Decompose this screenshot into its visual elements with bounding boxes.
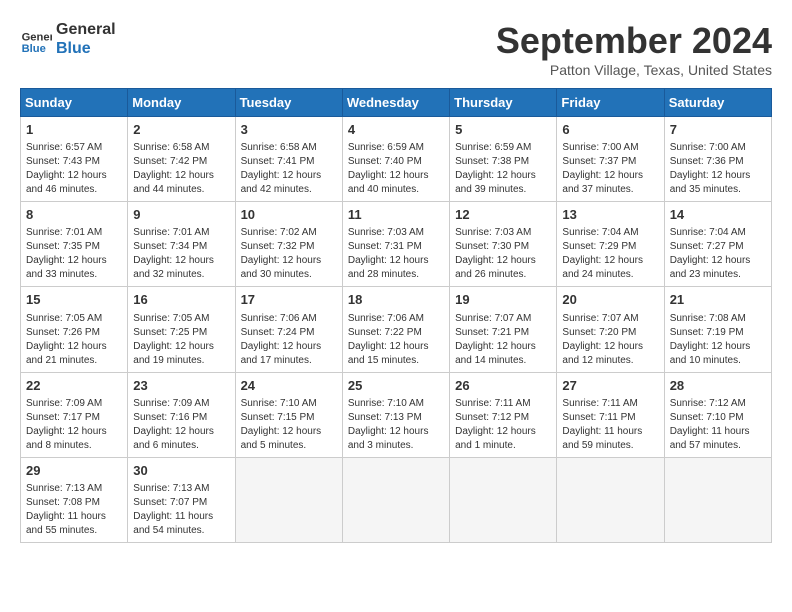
calendar-day-cell: 23Sunrise: 7:09 AMSunset: 7:16 PMDayligh…: [128, 372, 235, 457]
calendar-day-cell: 29Sunrise: 7:13 AMSunset: 7:08 PMDayligh…: [21, 457, 128, 542]
calendar-week-row: 1Sunrise: 6:57 AMSunset: 7:43 PMDaylight…: [21, 117, 772, 202]
calendar-header-row: Sunday Monday Tuesday Wednesday Thursday…: [21, 89, 772, 117]
calendar-day-cell: 26Sunrise: 7:11 AMSunset: 7:12 PMDayligh…: [450, 372, 557, 457]
day-number: 28: [670, 377, 766, 395]
day-number: 18: [348, 291, 444, 309]
day-number: 29: [26, 462, 122, 480]
calendar-empty-cell: [342, 457, 449, 542]
day-number: 4: [348, 121, 444, 139]
month-title: September 2024: [496, 20, 772, 62]
logo: General Blue General Blue: [20, 20, 116, 58]
calendar-day-cell: 4Sunrise: 6:59 AMSunset: 7:40 PMDaylight…: [342, 117, 449, 202]
day-number: 16: [133, 291, 229, 309]
calendar-day-cell: 10Sunrise: 7:02 AMSunset: 7:32 PMDayligh…: [235, 202, 342, 287]
col-wednesday: Wednesday: [342, 89, 449, 117]
col-thursday: Thursday: [450, 89, 557, 117]
day-number: 22: [26, 377, 122, 395]
calendar-day-cell: 17Sunrise: 7:06 AMSunset: 7:24 PMDayligh…: [235, 287, 342, 372]
calendar-week-row: 22Sunrise: 7:09 AMSunset: 7:17 PMDayligh…: [21, 372, 772, 457]
col-tuesday: Tuesday: [235, 89, 342, 117]
calendar-empty-cell: [235, 457, 342, 542]
page-header: General Blue General Blue September 2024…: [20, 20, 772, 78]
calendar-body: 1Sunrise: 6:57 AMSunset: 7:43 PMDaylight…: [21, 117, 772, 543]
calendar-day-cell: 19Sunrise: 7:07 AMSunset: 7:21 PMDayligh…: [450, 287, 557, 372]
day-number: 13: [562, 206, 658, 224]
day-number: 17: [241, 291, 337, 309]
calendar-day-cell: 6Sunrise: 7:00 AMSunset: 7:37 PMDaylight…: [557, 117, 664, 202]
svg-text:General: General: [22, 32, 52, 44]
calendar-day-cell: 13Sunrise: 7:04 AMSunset: 7:29 PMDayligh…: [557, 202, 664, 287]
col-friday: Friday: [557, 89, 664, 117]
calendar-week-row: 29Sunrise: 7:13 AMSunset: 7:08 PMDayligh…: [21, 457, 772, 542]
col-monday: Monday: [128, 89, 235, 117]
calendar-day-cell: 14Sunrise: 7:04 AMSunset: 7:27 PMDayligh…: [664, 202, 771, 287]
day-number: 6: [562, 121, 658, 139]
day-number: 14: [670, 206, 766, 224]
day-number: 21: [670, 291, 766, 309]
logo-icon: General Blue: [20, 23, 52, 55]
day-number: 11: [348, 206, 444, 224]
day-number: 25: [348, 377, 444, 395]
day-number: 10: [241, 206, 337, 224]
location-text: Patton Village, Texas, United States: [496, 62, 772, 78]
calendar-day-cell: 8Sunrise: 7:01 AMSunset: 7:35 PMDaylight…: [21, 202, 128, 287]
day-number: 24: [241, 377, 337, 395]
calendar-empty-cell: [450, 457, 557, 542]
calendar-day-cell: 27Sunrise: 7:11 AMSunset: 7:11 PMDayligh…: [557, 372, 664, 457]
day-number: 27: [562, 377, 658, 395]
day-number: 26: [455, 377, 551, 395]
calendar-day-cell: 2Sunrise: 6:58 AMSunset: 7:42 PMDaylight…: [128, 117, 235, 202]
day-number: 20: [562, 291, 658, 309]
day-number: 2: [133, 121, 229, 139]
svg-text:Blue: Blue: [22, 43, 46, 55]
calendar-day-cell: 7Sunrise: 7:00 AMSunset: 7:36 PMDaylight…: [664, 117, 771, 202]
calendar-day-cell: 3Sunrise: 6:58 AMSunset: 7:41 PMDaylight…: [235, 117, 342, 202]
calendar-week-row: 15Sunrise: 7:05 AMSunset: 7:26 PMDayligh…: [21, 287, 772, 372]
calendar-day-cell: 25Sunrise: 7:10 AMSunset: 7:13 PMDayligh…: [342, 372, 449, 457]
day-number: 15: [26, 291, 122, 309]
calendar-day-cell: 22Sunrise: 7:09 AMSunset: 7:17 PMDayligh…: [21, 372, 128, 457]
calendar-day-cell: 18Sunrise: 7:06 AMSunset: 7:22 PMDayligh…: [342, 287, 449, 372]
day-number: 5: [455, 121, 551, 139]
col-sunday: Sunday: [21, 89, 128, 117]
day-number: 23: [133, 377, 229, 395]
calendar-day-cell: 24Sunrise: 7:10 AMSunset: 7:15 PMDayligh…: [235, 372, 342, 457]
logo-text-blue: Blue: [56, 39, 116, 58]
calendar-day-cell: 1Sunrise: 6:57 AMSunset: 7:43 PMDaylight…: [21, 117, 128, 202]
calendar-day-cell: 5Sunrise: 6:59 AMSunset: 7:38 PMDaylight…: [450, 117, 557, 202]
day-number: 1: [26, 121, 122, 139]
calendar-day-cell: 15Sunrise: 7:05 AMSunset: 7:26 PMDayligh…: [21, 287, 128, 372]
day-number: 19: [455, 291, 551, 309]
day-number: 30: [133, 462, 229, 480]
col-saturday: Saturday: [664, 89, 771, 117]
day-number: 7: [670, 121, 766, 139]
calendar-week-row: 8Sunrise: 7:01 AMSunset: 7:35 PMDaylight…: [21, 202, 772, 287]
calendar-empty-cell: [664, 457, 771, 542]
day-number: 12: [455, 206, 551, 224]
day-number: 9: [133, 206, 229, 224]
calendar-table: Sunday Monday Tuesday Wednesday Thursday…: [20, 88, 772, 543]
calendar-day-cell: 12Sunrise: 7:03 AMSunset: 7:30 PMDayligh…: [450, 202, 557, 287]
logo-text-general: General: [56, 20, 116, 39]
title-block: September 2024 Patton Village, Texas, Un…: [496, 20, 772, 78]
calendar-day-cell: 21Sunrise: 7:08 AMSunset: 7:19 PMDayligh…: [664, 287, 771, 372]
day-number: 3: [241, 121, 337, 139]
calendar-day-cell: 30Sunrise: 7:13 AMSunset: 7:07 PMDayligh…: [128, 457, 235, 542]
calendar-day-cell: 20Sunrise: 7:07 AMSunset: 7:20 PMDayligh…: [557, 287, 664, 372]
calendar-empty-cell: [557, 457, 664, 542]
day-number: 8: [26, 206, 122, 224]
calendar-day-cell: 16Sunrise: 7:05 AMSunset: 7:25 PMDayligh…: [128, 287, 235, 372]
calendar-day-cell: 28Sunrise: 7:12 AMSunset: 7:10 PMDayligh…: [664, 372, 771, 457]
calendar-day-cell: 9Sunrise: 7:01 AMSunset: 7:34 PMDaylight…: [128, 202, 235, 287]
calendar-day-cell: 11Sunrise: 7:03 AMSunset: 7:31 PMDayligh…: [342, 202, 449, 287]
